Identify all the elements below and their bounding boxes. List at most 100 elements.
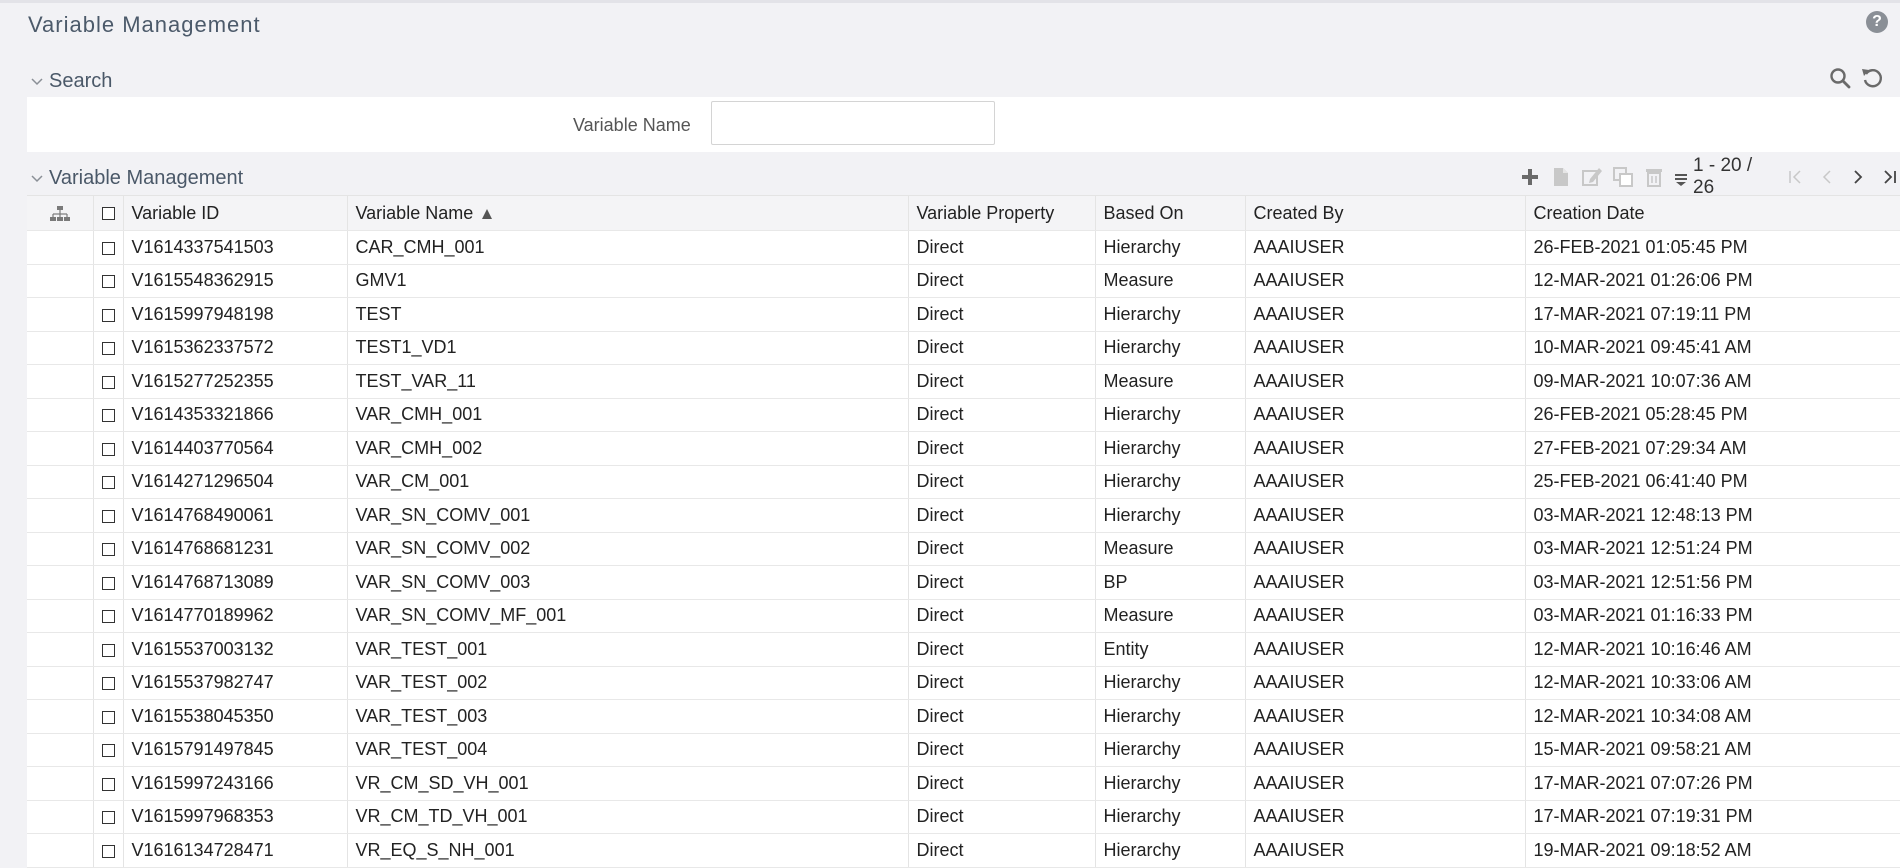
row-checkbox[interactable] <box>101 241 115 255</box>
cell-variable-name: VAR_SN_COMV_001 <box>346 498 908 533</box>
cell-created-by: AAAIUSER <box>1244 331 1525 365</box>
cell-variable-id: V1614768681231 <box>122 532 347 566</box>
row-checkbox[interactable] <box>101 342 115 355</box>
column-header-based-on[interactable]: Based On <box>1094 195 1245 231</box>
cell-variable-id: V1614337541503 <box>122 230 347 265</box>
delete-icon[interactable] <box>1642 165 1666 189</box>
table-row[interactable]: V1614353321866 VAR_CMH_001 Direct Hierarchy… <box>27 398 1900 432</box>
select-all-checkbox[interactable] <box>101 207 115 221</box>
row-checkbox[interactable] <box>101 610 115 623</box>
row-checkbox[interactable] <box>101 710 115 724</box>
row-spacer-cell <box>27 465 93 499</box>
row-checkbox[interactable] <box>101 744 115 757</box>
row-select-cell <box>92 465 123 499</box>
table-row[interactable]: V1614770189962 VAR_SN_COMV_MF_001 Direct Me… <box>27 599 1900 633</box>
cell-based-on: Hierarchy <box>1094 331 1245 365</box>
cell-creation-date: 03-MAR-2021 12:51:24 PM <box>1524 532 1900 566</box>
row-spacer-cell <box>27 565 93 600</box>
grid-section-header[interactable]: Variable Management <box>27 163 243 193</box>
filter-icon[interactable] <box>1673 165 1689 189</box>
reset-icon[interactable] <box>1860 66 1884 90</box>
cell-based-on: Hierarchy <box>1094 498 1245 533</box>
hierarchy-icon[interactable] <box>49 204 71 224</box>
help-icon[interactable]: ? <box>1866 11 1888 33</box>
search-icon[interactable] <box>1828 66 1852 90</box>
cell-creation-date: 26-FEB-2021 05:28:45 PM <box>1524 398 1900 432</box>
row-checkbox[interactable] <box>101 677 115 690</box>
table-row[interactable]: V1615277252355 TEST_VAR_11 Direct Measure AA… <box>27 364 1900 399</box>
table-row[interactable]: V1615997948198 TEST Direct Hierarchy AAAIUSE… <box>27 297 1900 332</box>
row-spacer-cell <box>27 800 93 834</box>
row-checkbox[interactable] <box>101 275 115 288</box>
row-select-cell <box>92 599 123 633</box>
search-section-header[interactable]: Search <box>27 66 112 96</box>
row-checkbox[interactable] <box>101 442 115 456</box>
row-spacer-cell <box>27 498 93 533</box>
cell-variable-property: Direct <box>907 230 1095 265</box>
row-checkbox[interactable] <box>101 375 115 389</box>
cell-variable-name: CAR_CMH_001 <box>346 230 908 265</box>
table-row[interactable]: V1616134728471 VR_EQ_S_NH_001 Direct Hierar… <box>27 833 1900 868</box>
cell-created-by: AAAIUSER <box>1244 666 1525 700</box>
column-header-variable-property[interactable]: Variable Property <box>907 195 1095 231</box>
variable-name-input[interactable] <box>711 101 995 145</box>
table-row[interactable]: V1615537982747 VAR_TEST_002 Direct Hierarch… <box>27 666 1900 700</box>
cell-variable-property: Direct <box>907 699 1095 734</box>
row-checkbox[interactable] <box>101 543 115 556</box>
previous-page-icon[interactable] <box>1816 165 1838 189</box>
table-row[interactable]: V1615538045350 VAR_TEST_003 Direct Hierarch… <box>27 699 1900 734</box>
cell-variable-property: Direct <box>907 331 1095 365</box>
cell-based-on: Entity <box>1094 632 1245 667</box>
table-row[interactable]: V1615997243166 VR_CM_SD_VH_001 Direct Hiera… <box>27 766 1900 801</box>
table-row[interactable]: V1614768490061 VAR_SN_COMV_001 Direct Hiera… <box>27 498 1900 533</box>
table-row[interactable]: V1615997968353 VR_CM_TD_VH_001 Direct Hiera… <box>27 800 1900 834</box>
cell-variable-name: VAR_TEST_002 <box>346 666 908 700</box>
row-checkbox[interactable] <box>101 643 115 657</box>
edit-icon[interactable] <box>1580 165 1604 189</box>
row-checkbox[interactable] <box>101 844 115 858</box>
cell-variable-name: VAR_TEST_001 <box>346 632 908 667</box>
row-spacer-cell <box>27 264 93 298</box>
row-spacer-cell <box>27 398 93 432</box>
row-checkbox[interactable] <box>101 409 115 422</box>
table-row[interactable]: V1614403770564 VAR_CMH_002 Direct Hierarchy… <box>27 431 1900 466</box>
row-select-cell <box>92 498 123 533</box>
table-row[interactable]: V1614768681231 VAR_SN_COMV_002 Direct Measu… <box>27 532 1900 566</box>
cell-variable-id: V1615997968353 <box>122 800 347 834</box>
row-checkbox[interactable] <box>101 777 115 791</box>
row-checkbox[interactable] <box>101 576 115 590</box>
row-spacer-cell <box>27 666 93 700</box>
table-row[interactable]: V1615537003132 VAR_TEST_001 Direct Entity AA… <box>27 632 1900 667</box>
cell-created-by: AAAIUSER <box>1244 230 1525 265</box>
cell-variable-id: V1614271296504 <box>122 465 347 499</box>
table-row[interactable]: V1615548362915 GMV1 Direct Measure AAAIUSER 1… <box>27 264 1900 298</box>
first-page-icon[interactable] <box>1785 165 1807 189</box>
column-header-creation-date[interactable]: Creation Date <box>1524 195 1900 231</box>
add-icon[interactable] <box>1518 165 1542 189</box>
hierarchy-view-header[interactable] <box>27 195 93 231</box>
cell-variable-id: V1614768713089 <box>122 565 347 600</box>
row-checkbox[interactable] <box>101 476 115 489</box>
table-row[interactable]: V1615362337572 TEST1_VD1 Direct Hierarchy AA… <box>27 331 1900 365</box>
row-checkbox[interactable] <box>101 308 115 322</box>
cell-variable-name: VAR_CM_001 <box>346 465 908 499</box>
copy-icon[interactable] <box>1611 165 1635 189</box>
row-checkbox[interactable] <box>101 811 115 824</box>
cell-variable-property: Direct <box>907 364 1095 399</box>
row-checkbox[interactable] <box>101 509 115 523</box>
table-row[interactable]: V1614271296504 VAR_CM_001 Direct Hierarchy A… <box>27 465 1900 499</box>
next-page-icon[interactable] <box>1847 165 1869 189</box>
column-header-variable-name[interactable]: Variable Name <box>346 195 908 231</box>
table-row[interactable]: V1615791497845 VAR_TEST_004 Direct Hierarch… <box>27 733 1900 767</box>
column-header-created-by[interactable]: Created By <box>1244 195 1525 231</box>
view-icon[interactable] <box>1549 165 1573 189</box>
last-page-icon[interactable] <box>1878 165 1900 189</box>
table-row[interactable]: V1614337541503 CAR_CMH_001 Direct Hierarchy… <box>27 230 1900 265</box>
table-row[interactable]: V1614768713089 VAR_SN_COMV_003 Direct BP AAA… <box>27 565 1900 600</box>
row-spacer-cell <box>27 766 93 801</box>
column-header-variable-id[interactable]: Variable ID <box>122 195 347 231</box>
cell-variable-name: VAR_CMH_001 <box>346 398 908 432</box>
cell-variable-name: VR_CM_TD_VH_001 <box>346 800 908 834</box>
cell-created-by: AAAIUSER <box>1244 398 1525 432</box>
row-select-cell <box>92 532 123 566</box>
